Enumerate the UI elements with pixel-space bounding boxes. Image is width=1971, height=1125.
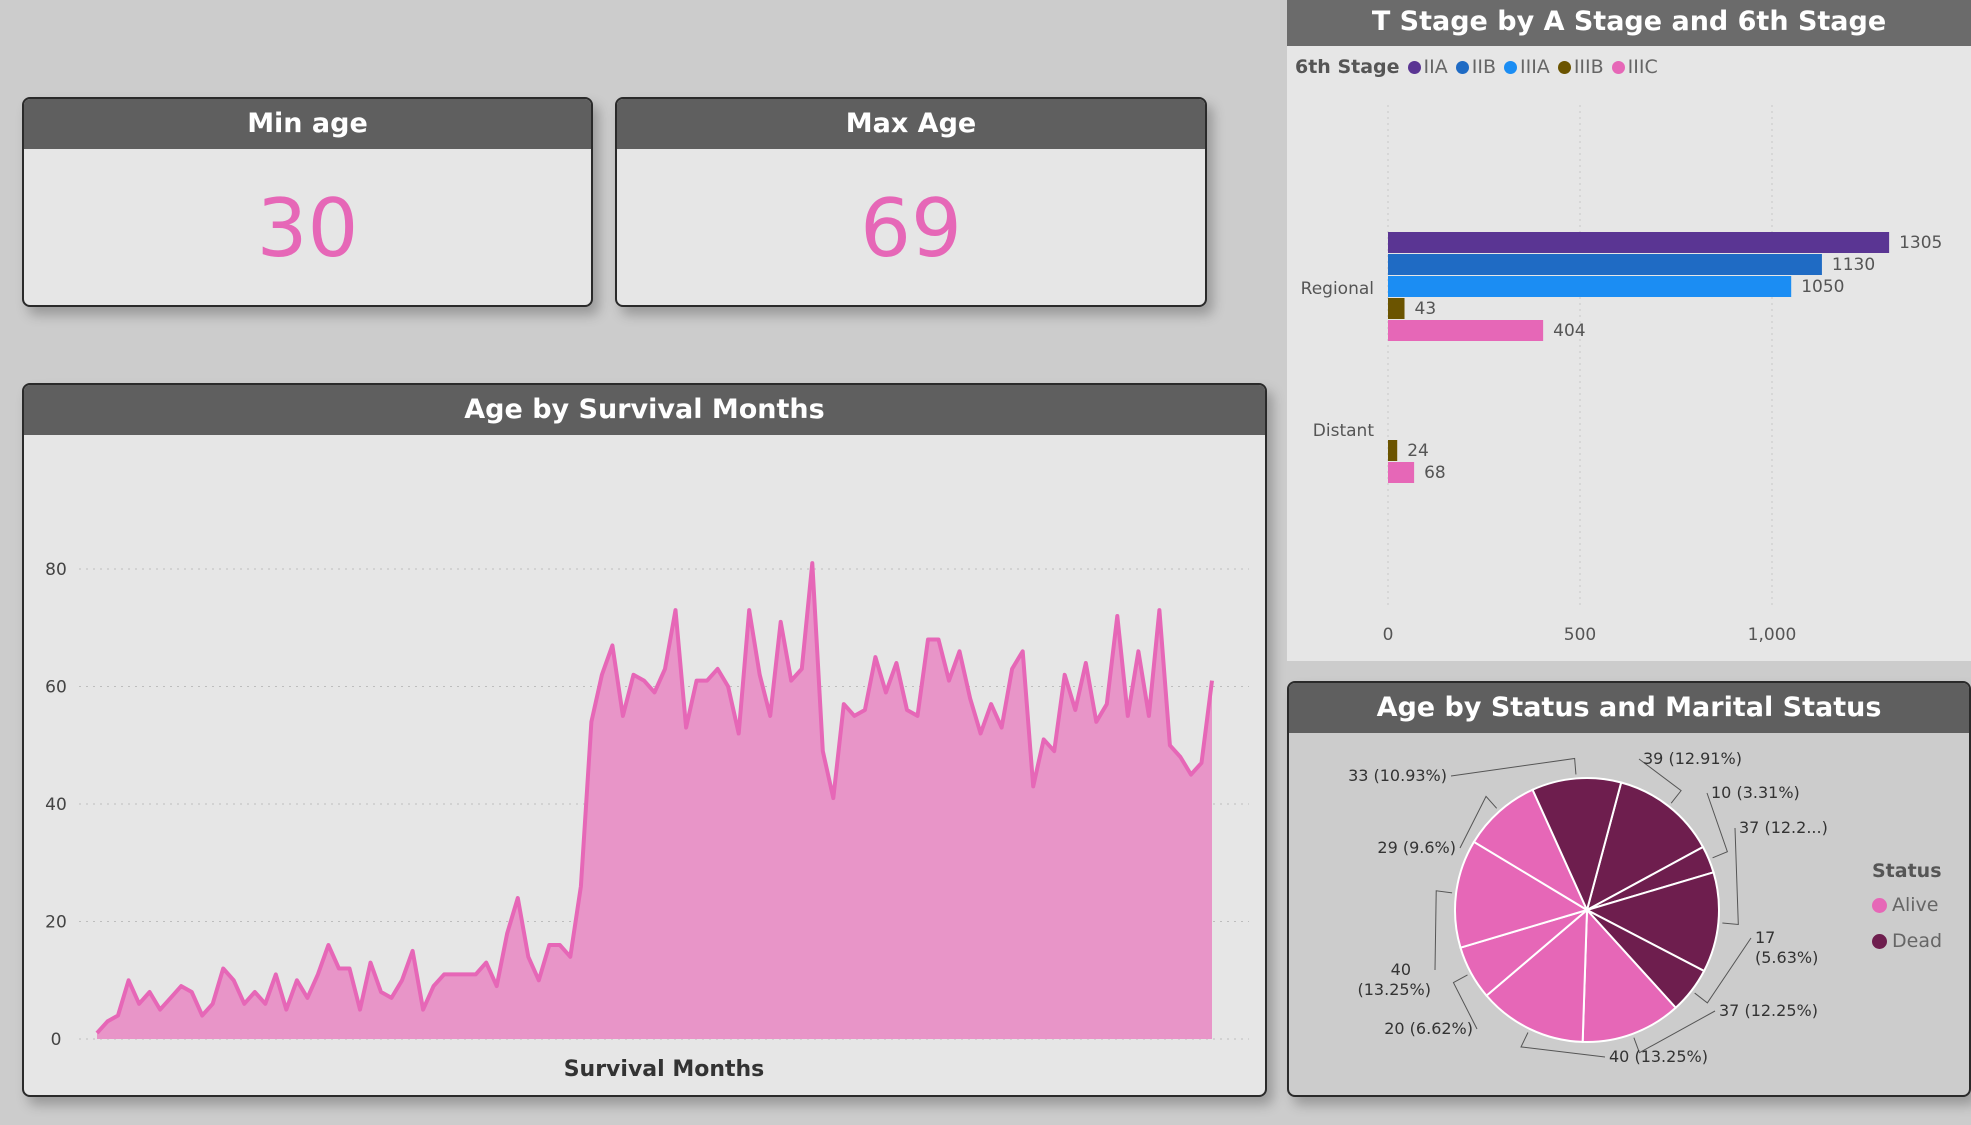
slice-label: 20 (6.62%) (1384, 1019, 1473, 1038)
slice-label: 37 (12.2...) (1739, 818, 1828, 837)
max-age-value: 69 (860, 182, 962, 275)
area-chart[interactable]: 0 20 40 60 80 Survival Months (24, 435, 1265, 1095)
legend-item-dead[interactable]: Dead (1872, 930, 1942, 952)
pie-chart-title: Age by Status and Marital Status (1289, 683, 1969, 733)
bar-iiic (1388, 320, 1544, 341)
bar-iiib (1388, 440, 1398, 461)
legend-dot-icon (1504, 60, 1517, 74)
slice-label: 37 (12.25%) (1719, 1001, 1818, 1020)
x-axis-label: Survival Months (564, 1057, 765, 1082)
slice-label-line: (5.63%) (1755, 948, 1818, 967)
min-age-card[interactable]: Min age 30 (22, 97, 593, 307)
bar-legend: 6th Stage IIA IIB IIIA IIIB IIIC (1295, 56, 1666, 78)
legend-label: IIIB (1573, 56, 1604, 78)
slice-label-line: 40 (1391, 960, 1411, 979)
pie-legend-title: Status (1872, 860, 1942, 882)
legend-item-iiib[interactable]: IIIB (1557, 56, 1604, 78)
area-chart-title: Age by Survival Months (24, 385, 1265, 435)
slice-label-line: (13.25%) (1358, 980, 1432, 999)
slice-label: 10 (3.31%) (1711, 783, 1800, 802)
x-tick-label: 500 (1564, 625, 1596, 645)
bar-data-label: 68 (1424, 463, 1446, 483)
legend-dot-icon (1407, 60, 1421, 74)
leader-line (1722, 827, 1739, 926)
legend-label: IIIC (1627, 56, 1658, 78)
pie-chart[interactable]: 39 (12.91%) 10 (3.31%) 37 (12.2...) 17 (5.63… (1289, 733, 1969, 1095)
slice-label: 33 (10.93%) (1348, 766, 1447, 785)
slice-label: 40 (13.25%) (1609, 1047, 1708, 1066)
legend-dot-icon (1611, 60, 1625, 74)
bar-data-label: 43 (1415, 299, 1437, 319)
bar-iiia (1388, 276, 1792, 297)
bar-data-label: 404 (1553, 321, 1585, 341)
legend-label: IIIA (1520, 56, 1550, 78)
legend-label: Alive (1892, 894, 1939, 916)
pie-legend: Status Alive Dead (1872, 860, 1942, 966)
category-label: Regional (1301, 279, 1374, 299)
bar-iia (1388, 232, 1890, 253)
slice-label: 39 (12.91%) (1643, 749, 1742, 768)
x-tick-label: 0 (1383, 625, 1394, 645)
age-by-survival-card[interactable]: Age by Survival Months 0 20 40 60 80 Survival… (22, 383, 1267, 1097)
y-tick-label: 60 (45, 678, 67, 698)
legend-dot-icon (1872, 897, 1887, 913)
legend-item-alive[interactable]: Alive (1872, 894, 1942, 916)
legend-item-iia[interactable]: IIA (1407, 56, 1448, 78)
bar-data-label: 1130 (1832, 255, 1875, 275)
legend-item-iiic[interactable]: IIIC (1611, 56, 1658, 78)
max-age-title: Max Age (617, 99, 1205, 149)
x-tick-label: 1,000 (1748, 625, 1797, 645)
bar-data-label: 1305 (1899, 233, 1942, 253)
y-tick-label: 80 (45, 560, 67, 580)
leader-line (1706, 792, 1729, 859)
y-tick-label: 0 (51, 1030, 62, 1050)
legend-label: IIA (1423, 56, 1448, 78)
legend-dot-icon (1557, 60, 1571, 74)
slice-label-line: 17 (1755, 928, 1775, 947)
t-stage-panel[interactable]: T Stage by A Stage and 6th Stage 0 500 1,0… (1287, 0, 1971, 661)
bar-iib (1388, 254, 1822, 275)
bar-data-label: 1050 (1801, 277, 1844, 297)
legend-label: Dead (1892, 930, 1943, 952)
min-age-value: 30 (256, 182, 359, 275)
slice-label: 17 (5.63%) (1755, 928, 1818, 967)
legend-item-iiia[interactable]: IIIA (1504, 56, 1550, 78)
legend-label: IIB (1471, 56, 1496, 78)
leader-line (1450, 757, 1577, 777)
bar-chart[interactable]: 0 500 1,000 Regional Distant 1305 11301050 43 40… (1287, 46, 1971, 661)
legend-dot-icon (1455, 60, 1469, 74)
legend-item-iib[interactable]: IIB (1455, 56, 1496, 78)
bar-iiib (1388, 298, 1405, 319)
age-by-status-card[interactable]: Age by Status and Marital Status 39 (12.… (1287, 681, 1971, 1097)
category-label: Distant (1313, 421, 1375, 441)
bar-legend-title: 6th Stage (1295, 56, 1400, 78)
bar-chart-title: T Stage by A Stage and 6th Stage (1287, 0, 1971, 46)
max-age-card[interactable]: Max Age 69 (615, 97, 1207, 307)
min-age-title: Min age (24, 99, 591, 149)
slice-label: 40 (13.25%) (1358, 960, 1432, 999)
y-tick-label: 40 (45, 795, 67, 815)
legend-dot-icon (1872, 933, 1887, 949)
area-fill (97, 563, 1212, 1039)
bar-data-label: 24 (1407, 441, 1429, 461)
y-tick-label: 20 (45, 913, 67, 933)
leader-line (1434, 890, 1453, 971)
bar-iiic (1388, 462, 1415, 483)
slice-label: 29 (9.6%) (1377, 838, 1456, 857)
